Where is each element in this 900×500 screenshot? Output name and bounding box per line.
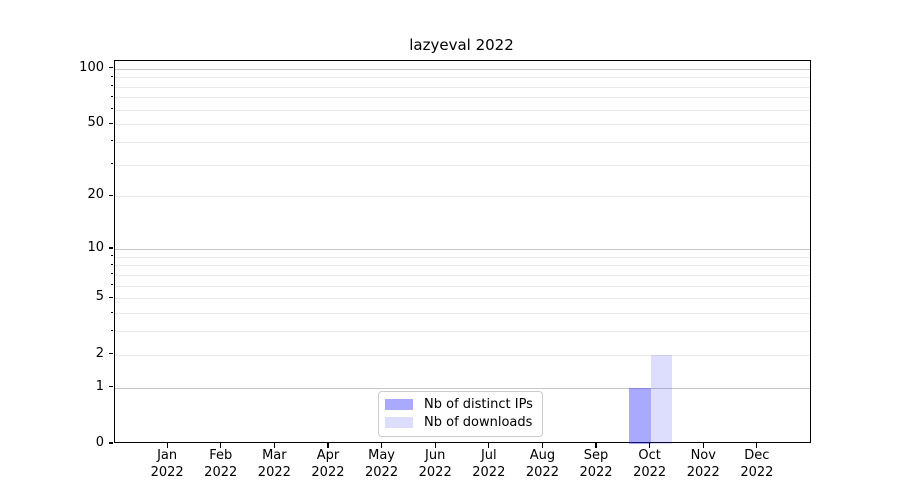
y-minor-tick [110, 273, 113, 275]
chart-legend: Nb of distinct IPs Nb of downloads [378, 390, 543, 437]
x-tick [380, 443, 383, 448]
gridline-major [114, 248, 810, 250]
bar-downloads [650, 354, 673, 444]
legend-row-distinct-ips: Nb of distinct IPs [385, 397, 535, 412]
y-tick-label: 0 [95, 435, 104, 450]
bar-distinct-ips [629, 387, 651, 444]
gridline-minor [114, 141, 810, 143]
y-tick [108, 122, 113, 124]
y-tick [108, 296, 113, 298]
y-tick-label: 1 [95, 378, 104, 394]
y-tick [108, 67, 113, 69]
gridline [114, 124, 810, 126]
gridline-major [114, 387, 810, 389]
x-tick [327, 443, 329, 448]
y-tick-label: 100 [79, 59, 104, 75]
x-tick [756, 443, 758, 448]
y-minor-tick [110, 75, 113, 77]
chart-figure: lazyeval 2022 Nb of distinct IPs Nb of d… [0, 0, 900, 500]
gridline-minor [114, 77, 810, 79]
legend-swatch-distinct-ips [385, 399, 413, 410]
gridline-minor [114, 164, 810, 166]
x-tick-label: Dec 2022 [740, 448, 774, 480]
legend-label-downloads: Nb of downloads [424, 415, 533, 430]
y-minor-tick [110, 255, 113, 257]
y-minor-tick [110, 263, 113, 265]
y-tick-label: 50 [87, 115, 104, 131]
gridline-minor [114, 97, 810, 99]
gridline [114, 196, 810, 198]
gridline-major [114, 68, 810, 70]
x-tick [220, 443, 222, 448]
x-tick [541, 443, 543, 448]
y-minor-tick [110, 284, 113, 286]
x-tick [166, 443, 168, 448]
x-tick [434, 443, 436, 448]
x-tick [488, 443, 490, 448]
x-tick [702, 443, 704, 448]
y-minor-tick [110, 163, 113, 165]
gridline-minor [114, 265, 810, 267]
gridline-minor [114, 274, 810, 276]
gridline-minor [114, 86, 810, 88]
gridline-minor [114, 109, 810, 111]
y-minor-tick [110, 140, 113, 142]
y-tick-label: 5 [95, 289, 104, 305]
y-tick-label: 20 [87, 187, 104, 203]
x-tick [649, 443, 651, 448]
gridline [114, 354, 810, 356]
chart-title: lazyeval 2022 [409, 36, 514, 54]
y-minor-tick [110, 95, 113, 97]
y-tick [108, 386, 113, 388]
gridline-minor [114, 256, 810, 258]
y-tick [108, 194, 113, 196]
y-tick-label: 10 [87, 239, 104, 255]
x-tick [595, 443, 597, 448]
plot-area [113, 60, 811, 444]
gridline-minor [114, 313, 810, 315]
gridline [114, 298, 810, 300]
y-minor-tick [110, 85, 113, 87]
y-tick-label: 2 [95, 345, 104, 361]
y-tick [108, 353, 113, 355]
y-tick [108, 442, 113, 444]
gridline-minor [114, 285, 810, 287]
y-minor-tick [110, 108, 113, 110]
y-minor-tick [110, 311, 113, 313]
legend-label-distinct-ips: Nb of distinct IPs [424, 397, 533, 412]
x-tick [273, 443, 275, 448]
legend-swatch-downloads [385, 417, 413, 428]
legend-row-downloads: Nb of downloads [385, 415, 535, 430]
y-minor-tick [110, 329, 113, 331]
gridline-minor [114, 331, 810, 333]
y-tick [108, 247, 113, 249]
